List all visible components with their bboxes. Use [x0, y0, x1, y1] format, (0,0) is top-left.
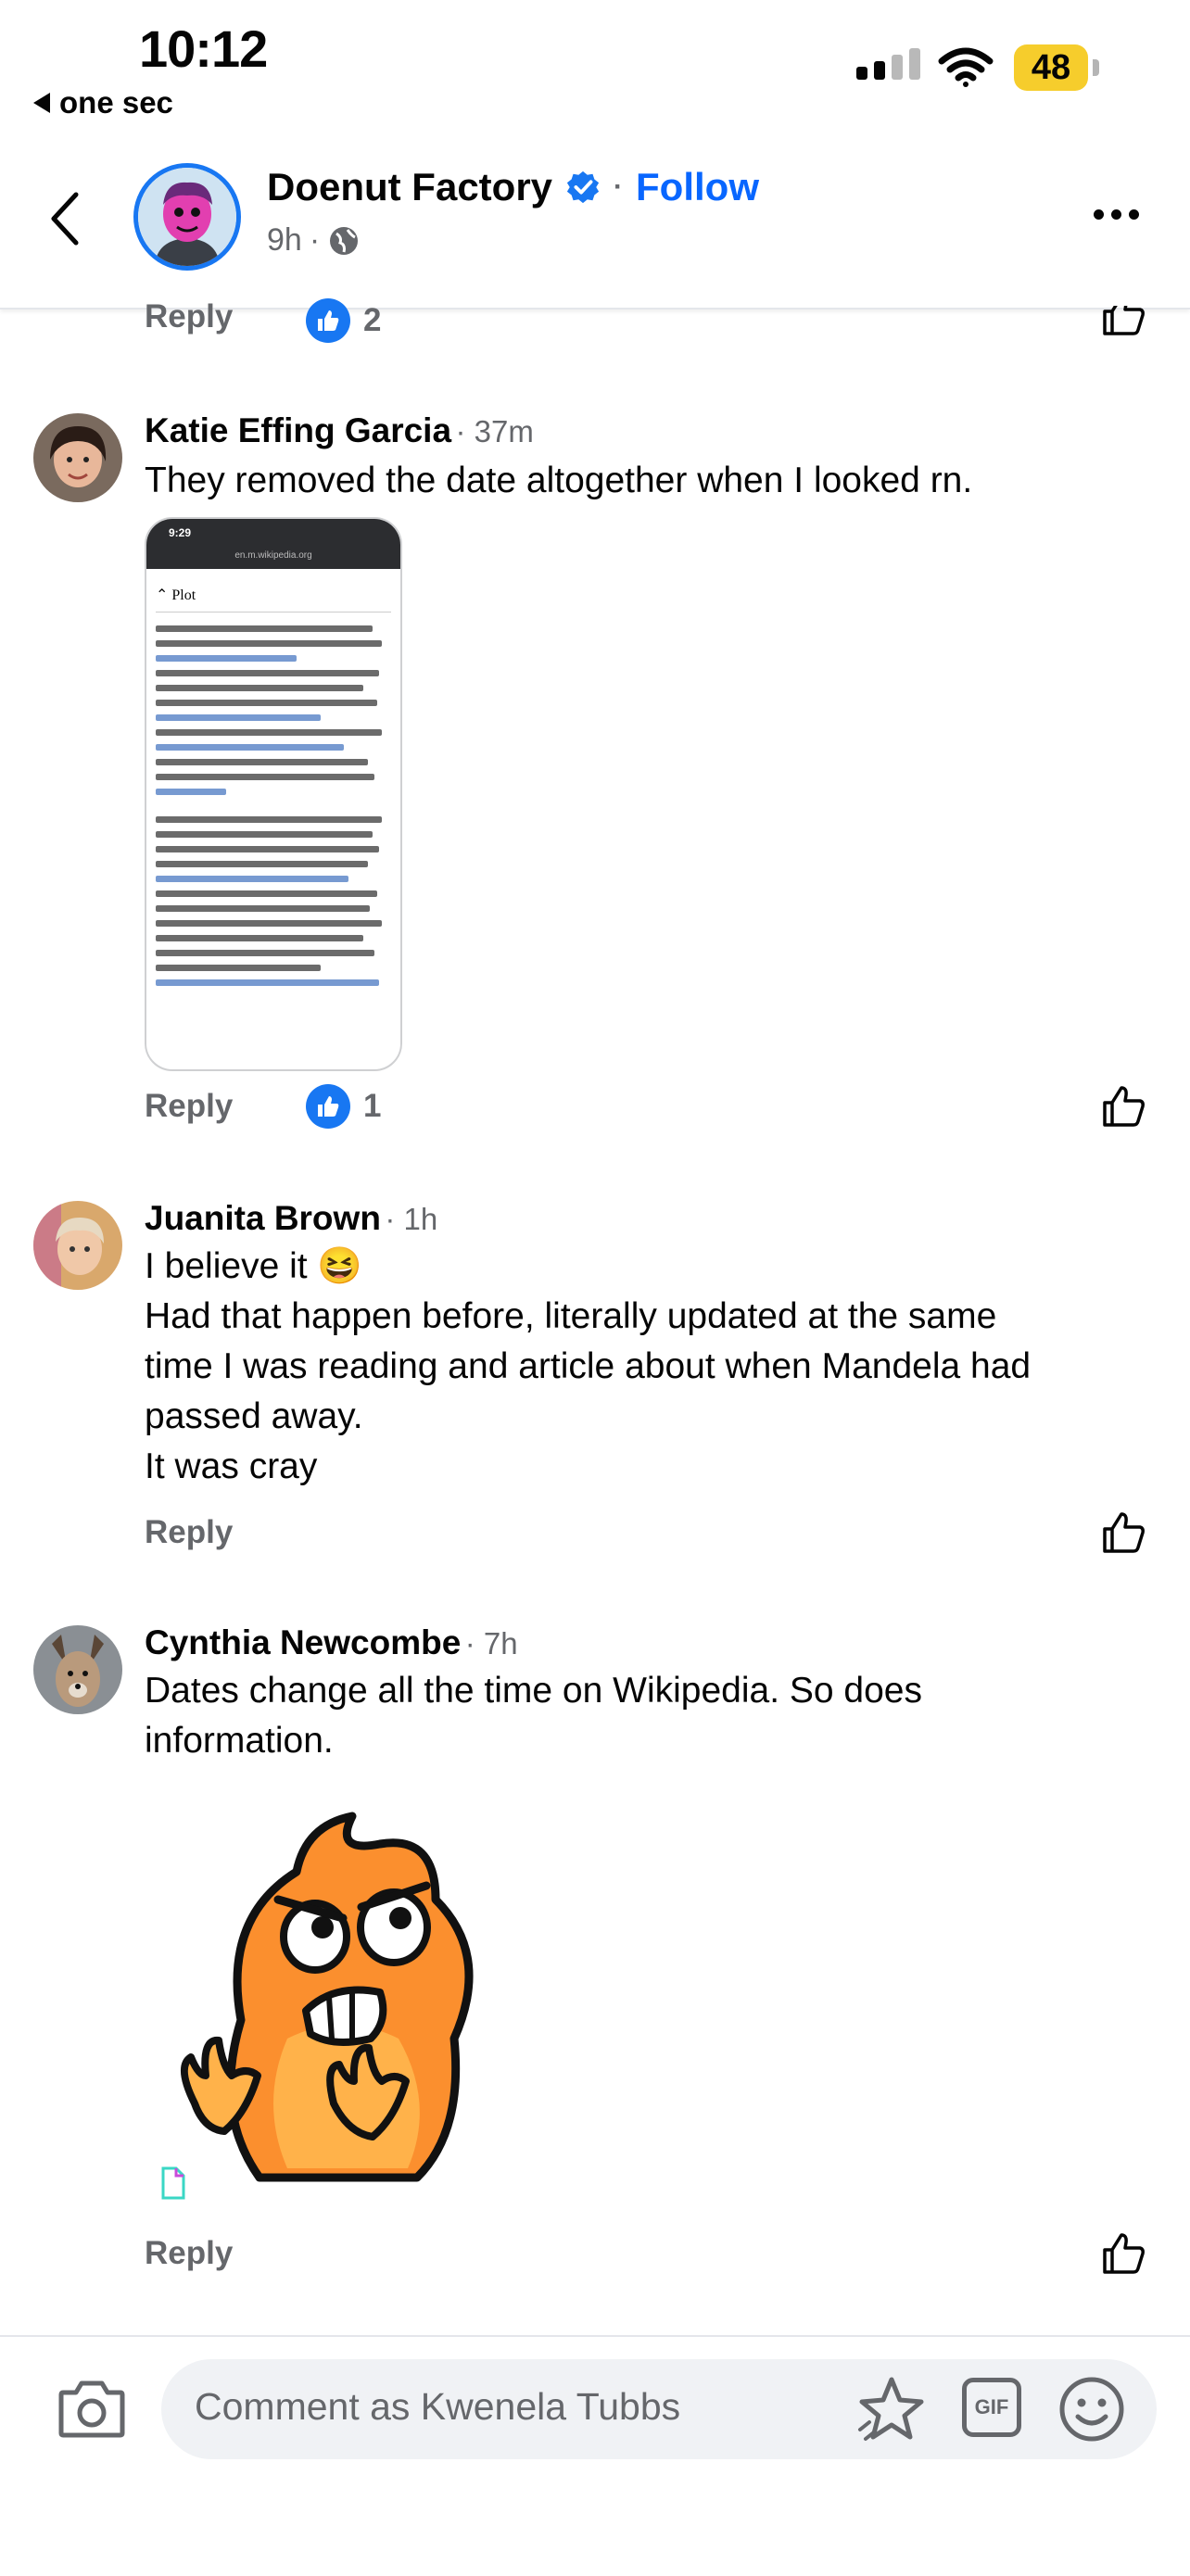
like-outline-icon[interactable]	[1099, 1507, 1147, 1555]
gif-icon[interactable]: GIF	[962, 2378, 1021, 2437]
comment-line: I believe it 😆	[145, 1246, 362, 1286]
commenter-name[interactable]: Juanita Brown	[145, 1199, 381, 1237]
avatar-photo	[33, 413, 122, 502]
comment-header: Juanita Brown · 1h	[145, 1199, 437, 1238]
comment-line: Dates change all the time on Wikipedia. …	[145, 1671, 922, 1711]
commenter-name[interactable]: Katie Effing Garcia	[145, 411, 451, 449]
globe-icon	[330, 226, 359, 255]
page-avatar-image	[138, 168, 236, 266]
comment-text: They removed the date altogether when I …	[145, 461, 973, 500]
like-outline-icon[interactable]	[1099, 306, 1147, 337]
comment-text: I believe it 😆 Had that happen before, l…	[145, 1242, 1031, 1492]
screenshot-status-bar: 9:29 en.m.wikipedia.org	[146, 519, 400, 569]
comment-line: time I was reading and article about whe…	[145, 1346, 1032, 1386]
emoji-icon[interactable]	[1058, 2376, 1125, 2443]
screenshot-url: en.m.wikipedia.org	[234, 550, 312, 561]
comment-header: Cynthia Newcombe · 7h	[145, 1623, 518, 1662]
commenter-name[interactable]: Cynthia Newcombe	[145, 1623, 461, 1661]
comment-header: Katie Effing Garcia · 37m	[145, 411, 534, 450]
reply-button[interactable]: Reply	[145, 298, 233, 335]
like-thumb-icon	[306, 1084, 350, 1129]
commenter-avatar[interactable]	[33, 413, 122, 502]
like-count-badge: 1	[306, 1084, 381, 1129]
like-count: 1	[363, 1088, 382, 1124]
commenter-avatar[interactable]	[33, 1201, 122, 1290]
commenter-avatar[interactable]	[33, 1625, 122, 1714]
comment-time: · 1h	[385, 1202, 438, 1236]
comment-time: · 7h	[464, 1626, 518, 1661]
reply-button[interactable]: Reply	[145, 1514, 233, 1551]
screenshot-article: ⌃ Plot	[146, 569, 400, 995]
comment-line: Had that happen before, literally update…	[145, 1296, 997, 1336]
like-count: 2	[363, 302, 382, 338]
avatar-photo	[33, 1201, 122, 1290]
back-app-label: one sec	[59, 85, 173, 120]
screenshot-section-title: ⌃ Plot	[156, 586, 391, 612]
like-count-badge: 2	[306, 298, 381, 343]
follow-button[interactable]: Follow	[636, 165, 759, 209]
comment-input-placeholder: Comment as Kwenela Tubbs	[195, 2385, 681, 2428]
comment-line: passed away.	[145, 1396, 363, 1436]
battery-cap	[1093, 59, 1099, 76]
page-avatar[interactable]	[133, 163, 241, 271]
page-name[interactable]: Doenut Factory	[267, 165, 552, 209]
reply-button[interactable]: Reply	[145, 1088, 233, 1125]
post-meta: 9h ·	[267, 222, 361, 259]
meta-separator: ·	[309, 222, 321, 258]
avatar-photo	[33, 1625, 122, 1714]
sticker-file-icon	[161, 2166, 185, 2200]
status-time: 10:12	[139, 19, 268, 78]
comment-attachment-screenshot[interactable]: 9:29 en.m.wikipedia.org ⌃ Plot	[145, 517, 402, 1071]
comment-line: information.	[145, 1721, 334, 1761]
like-thumb-icon	[306, 298, 350, 343]
back-chevron-icon[interactable]	[48, 191, 82, 246]
like-outline-icon[interactable]	[1099, 1080, 1147, 1129]
comment-text: Dates change all the time on Wikipedia. …	[145, 1666, 922, 1766]
wifi-icon	[938, 47, 994, 87]
cellular-signal-icon	[856, 48, 920, 80]
camera-icon[interactable]	[57, 2378, 126, 2439]
reply-button[interactable]: Reply	[145, 2235, 233, 2272]
comment-line: It was cray	[145, 1446, 318, 1486]
verified-badge-icon	[566, 170, 600, 204]
comment-time: · 37m	[455, 414, 534, 448]
post-time: 9h	[267, 222, 302, 258]
page-title-row: Doenut Factory · Follow	[267, 165, 759, 209]
back-triangle-icon	[33, 93, 50, 113]
name-separator: ·	[614, 171, 624, 202]
more-options-icon[interactable]	[1094, 209, 1139, 220]
like-outline-icon[interactable]	[1099, 2228, 1147, 2276]
back-to-app-link[interactable]: one sec	[33, 85, 173, 120]
angry-fire-sticker[interactable]	[158, 1798, 510, 2205]
screenshot-time: 9:29	[169, 526, 192, 539]
battery-level: 48	[1014, 44, 1088, 91]
avatar-sticker-icon[interactable]	[856, 2376, 927, 2444]
